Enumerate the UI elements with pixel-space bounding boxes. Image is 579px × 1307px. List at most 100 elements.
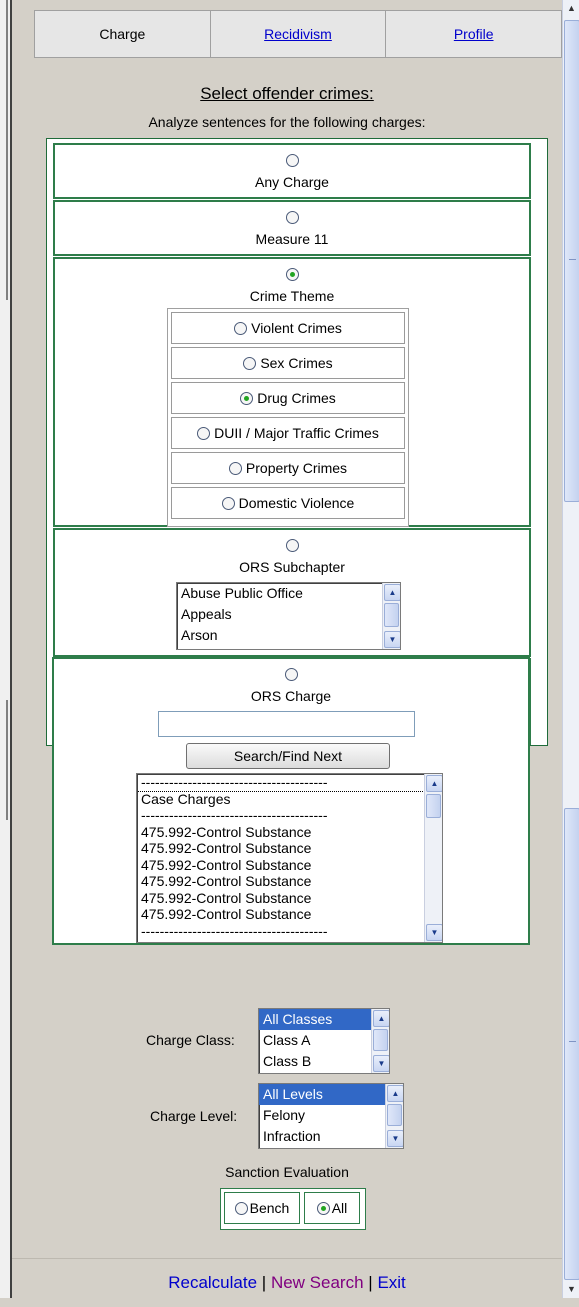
ors-charge-radio[interactable] <box>284 667 298 681</box>
ors-subchapter-label: ORS Subchapter <box>239 559 345 575</box>
sanction-evaluation-label: Sanction Evaluation <box>225 1164 349 1180</box>
charge-class-listbox[interactable]: All Classes Class A Class B ▲ ▼ <box>258 1008 390 1074</box>
tab-recidivism-link[interactable]: Recidivism <box>264 26 332 42</box>
list-item[interactable]: Infraction <box>259 1126 403 1147</box>
measure11-label: Measure 11 <box>255 231 329 247</box>
theme-label: Domestic Violence <box>238 495 355 511</box>
theme-domestic-violence[interactable]: Domestic Violence <box>171 487 405 519</box>
theme-duii-traffic-crimes[interactable]: DUII / Major Traffic Crimes <box>171 417 405 449</box>
theme-label: Sex Crimes <box>260 355 333 371</box>
frame-divider <box>6 700 8 820</box>
scroll-thumb[interactable] <box>564 20 579 502</box>
theme-radio[interactable] <box>197 426 211 440</box>
any-charge-radio[interactable] <box>285 153 299 167</box>
listbox-scrollbar[interactable]: ▲ ▼ <box>424 774 442 942</box>
list-item[interactable]: 475.992-Control Substance <box>137 840 442 857</box>
recalculate-link[interactable]: Recalculate <box>168 1273 257 1292</box>
bench-radio[interactable] <box>234 1201 248 1215</box>
list-item[interactable]: All Classes <box>259 1009 389 1030</box>
scroll-down-icon[interactable]: ▼ <box>426 924 442 941</box>
tab-bar: Charge Recidivism Profile <box>34 10 562 58</box>
sanction-all-option[interactable]: All <box>304 1192 360 1224</box>
scroll-up-icon[interactable]: ▲ <box>387 1085 403 1102</box>
scroll-down-icon[interactable]: ▼ <box>387 1130 403 1147</box>
list-item[interactable]: 475.992-Control Substance <box>137 873 442 890</box>
list-item[interactable]: 475.992-Control Substance <box>137 906 442 923</box>
theme-label: Property Crimes <box>245 460 348 476</box>
tab-charge-label: Charge <box>99 26 146 42</box>
measure11-radio[interactable] <box>285 210 299 224</box>
list-item[interactable]: 475.992-Control Substance <box>137 890 442 907</box>
charge-level-listbox[interactable]: All Levels Felony Infraction ▲ ▼ <box>258 1083 404 1149</box>
crime-selection-panel: Any Charge Measure 11 Crime Theme Violen… <box>46 138 548 746</box>
list-item[interactable]: Arson <box>177 625 400 646</box>
all-radio[interactable] <box>316 1201 330 1215</box>
sanction-bench-option[interactable]: Bench <box>224 1192 300 1224</box>
crime-theme-radio[interactable] <box>285 267 299 281</box>
tab-profile[interactable]: Profile <box>386 11 561 57</box>
scroll-thumb[interactable] <box>564 808 579 1280</box>
list-item[interactable]: Abuse Public Office <box>177 583 400 604</box>
list-item[interactable]: 475.992-Control Substance <box>137 857 442 874</box>
list-item[interactable]: 475.992-Control Substance <box>137 824 442 841</box>
theme-label: DUII / Major Traffic Crimes <box>214 425 379 441</box>
tab-profile-link[interactable]: Profile <box>454 26 494 42</box>
scroll-thumb[interactable] <box>387 1104 402 1126</box>
list-item[interactable]: All Levels <box>259 1084 403 1105</box>
ors-charge-listbox[interactable]: ----------------------------------------… <box>136 773 443 943</box>
theme-radio[interactable] <box>240 391 254 405</box>
theme-property-crimes[interactable]: Property Crimes <box>171 452 405 484</box>
new-search-link[interactable]: New Search <box>271 1273 364 1292</box>
list-item[interactable]: Appeals <box>177 604 400 625</box>
theme-sex-crimes[interactable]: Sex Crimes <box>171 347 405 379</box>
theme-label: Drug Crimes <box>257 390 336 406</box>
any-charge-label: Any Charge <box>255 174 329 190</box>
crime-theme-list: Violent Crimes Sex Crimes Drug Crimes DU… <box>167 308 409 527</box>
scroll-thumb[interactable] <box>373 1029 388 1051</box>
list-item[interactable]: Class B <box>259 1051 389 1072</box>
listbox-scrollbar[interactable]: ▲ ▼ <box>382 583 400 649</box>
listbox-scrollbar[interactable]: ▲ ▼ <box>371 1009 389 1073</box>
bench-label: Bench <box>249 1200 290 1216</box>
scroll-up-icon[interactable]: ▲ <box>384 584 400 601</box>
main-panel: Charge Recidivism Profile Select offende… <box>12 0 562 1299</box>
theme-radio[interactable] <box>228 461 242 475</box>
tab-recidivism[interactable]: Recidivism <box>211 11 387 57</box>
scroll-down-icon[interactable]: ▼ <box>373 1055 389 1072</box>
ors-subchapter-option: ORS Subchapter Abuse Public Office Appea… <box>53 528 531 657</box>
scroll-up-icon[interactable]: ▲ <box>373 1010 389 1027</box>
tab-charge[interactable]: Charge <box>35 11 211 57</box>
theme-radio[interactable] <box>234 321 248 335</box>
theme-drug-crimes[interactable]: Drug Crimes <box>171 382 405 414</box>
list-item[interactable]: Class A <box>259 1030 389 1051</box>
theme-radio[interactable] <box>243 356 257 370</box>
ors-subchapter-radio[interactable] <box>285 538 299 552</box>
scroll-grip <box>569 1041 576 1042</box>
theme-radio[interactable] <box>221 496 235 510</box>
scroll-thumb[interactable] <box>426 794 441 818</box>
scroll-down-icon[interactable]: ▼ <box>563 1281 579 1298</box>
list-item[interactable]: ---------------------------------------- <box>137 774 442 792</box>
page-subtitle: Analyze sentences for the following char… <box>148 114 426 130</box>
scroll-thumb[interactable] <box>384 603 399 627</box>
ors-subchapter-listbox[interactable]: Abuse Public Office Appeals Arson ▲ ▼ <box>176 582 401 650</box>
scroll-up-icon[interactable]: ▲ <box>426 775 442 792</box>
scroll-up-icon[interactable]: ▲ <box>563 0 579 17</box>
separator: | <box>368 1273 373 1292</box>
all-label: All <box>331 1200 348 1216</box>
ors-charge-panel: ORS Charge Search/Find Next ------------… <box>52 657 530 945</box>
page-scrollbar[interactable]: ▲ ▼ <box>562 0 579 1298</box>
list-item[interactable]: ---------------------------------------- <box>137 923 442 940</box>
page-title: Select offender crimes: <box>200 84 374 103</box>
ors-charge-search-input[interactable] <box>158 711 415 737</box>
list-item[interactable]: Felony <box>259 1105 403 1126</box>
left-frame-border <box>0 0 12 1298</box>
list-item[interactable]: Case Charges <box>137 791 442 808</box>
scroll-down-icon[interactable]: ▼ <box>384 631 400 648</box>
theme-violent-crimes[interactable]: Violent Crimes <box>171 312 405 344</box>
list-item[interactable]: ---------------------------------------- <box>137 807 442 824</box>
search-find-next-button[interactable]: Search/Find Next <box>186 743 390 769</box>
exit-link[interactable]: Exit <box>377 1273 405 1292</box>
listbox-scrollbar[interactable]: ▲ ▼ <box>385 1084 403 1148</box>
frame-divider <box>6 0 8 300</box>
